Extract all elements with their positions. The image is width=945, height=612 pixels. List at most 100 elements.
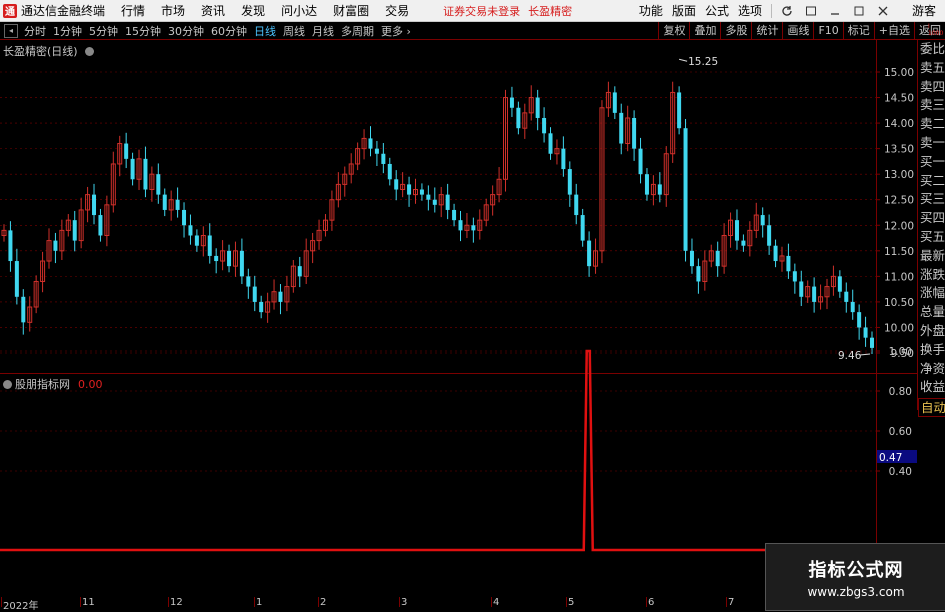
- window-icon[interactable]: [804, 4, 818, 18]
- tool-overlay[interactable]: 叠加: [689, 22, 720, 39]
- quote-label[interactable]: 涨跌: [918, 266, 945, 285]
- quote-label[interactable]: 最新: [918, 247, 945, 266]
- candle-body-down: [509, 97, 514, 108]
- x-tick-mark: [566, 597, 567, 607]
- quote-label[interactable]: 买五: [918, 228, 945, 247]
- refresh-icon[interactable]: [780, 4, 794, 18]
- quote-label[interactable]: 涨幅: [918, 284, 945, 303]
- quote-label[interactable]: 收益: [918, 378, 945, 397]
- candle-body-down: [21, 296, 26, 323]
- quote-label[interactable]: 买三: [918, 190, 945, 209]
- candle-body-down: [799, 281, 804, 297]
- minimize-icon[interactable]: [828, 4, 842, 18]
- x-tick-label: 6: [648, 597, 655, 608]
- quote-label[interactable]: 净资: [918, 360, 945, 379]
- candle-body-down: [368, 138, 373, 149]
- candle-body-down: [773, 245, 778, 262]
- candle-body-down: [548, 133, 553, 154]
- candle-body-down: [638, 148, 643, 175]
- candle-body-down: [767, 225, 772, 246]
- menu-formula[interactable]: 公式: [705, 2, 729, 19]
- period-monthly[interactable]: 月线: [312, 23, 334, 39]
- indicator-title[interactable]: 股朋指标网 0.00: [3, 376, 103, 392]
- quote-label[interactable]: 卖二: [918, 115, 945, 134]
- candle-body-down: [374, 148, 379, 154]
- menu-trade[interactable]: 交易: [385, 2, 409, 19]
- period-more-label: 更多: [381, 24, 403, 38]
- user-status[interactable]: 游客: [912, 2, 936, 19]
- candle-body-down: [8, 230, 13, 262]
- period-5min[interactable]: 5分钟: [89, 23, 118, 39]
- menu-market[interactable]: 市场: [161, 2, 185, 19]
- chart-tools: 复权 叠加 多股 统计 画线 F10 标记 +自选 返回: [658, 22, 945, 39]
- period-60min[interactable]: 60分钟: [211, 23, 247, 39]
- tool-stats[interactable]: 统计: [751, 22, 782, 39]
- menu-options[interactable]: 选项: [738, 2, 762, 19]
- menu-news[interactable]: 资讯: [201, 2, 225, 19]
- period-weekly[interactable]: 周线: [283, 23, 305, 39]
- x-tick-label: 2022年: [3, 601, 39, 612]
- candle-body-down: [741, 240, 746, 246]
- menu-layout[interactable]: 版面: [672, 2, 696, 19]
- watermark-url: www.zbgs3.com: [807, 584, 905, 599]
- main-chart-title[interactable]: 长盈精密(日线): [3, 43, 97, 59]
- quote-label[interactable]: 卖三: [918, 96, 945, 115]
- dropdown-circle-icon[interactable]: [3, 380, 12, 389]
- quote-label[interactable]: 买二: [918, 172, 945, 191]
- tool-draw[interactable]: 画线: [782, 22, 813, 39]
- x-tick-label: 7: [728, 597, 735, 608]
- period-more[interactable]: 更多 ›: [381, 23, 411, 39]
- panel-toggle-icon[interactable]: ◂: [4, 23, 18, 38]
- dropdown-circle-icon[interactable]: [85, 47, 95, 56]
- period-30min[interactable]: 30分钟: [168, 23, 204, 39]
- candle-body-down: [715, 250, 720, 267]
- quote-label[interactable]: 换手: [918, 341, 945, 360]
- trade-login-notice[interactable]: 证券交易未登录: [443, 3, 520, 19]
- tool-f10[interactable]: F10: [813, 22, 842, 39]
- candle-body-down: [812, 286, 817, 302]
- quote-label[interactable]: 买四: [918, 209, 945, 228]
- indicator-name: 股朋指标网: [15, 378, 70, 391]
- menu-discover[interactable]: 发现: [241, 2, 265, 19]
- quote-label[interactable]: 卖四: [918, 78, 945, 97]
- tool-adjust[interactable]: 复权: [658, 22, 689, 39]
- tool-multi-stock[interactable]: 多股: [720, 22, 751, 39]
- quote-label[interactable]: 总量: [918, 303, 945, 322]
- price-tick-label: 13.00: [884, 169, 914, 181]
- quote-label[interactable]: 卖五: [918, 59, 945, 78]
- tool-mark[interactable]: 标记: [842, 22, 874, 39]
- close-icon[interactable]: [876, 4, 890, 18]
- quote-label[interactable]: 委比: [918, 40, 945, 59]
- quote-label[interactable]: 外盘: [918, 322, 945, 341]
- period-multi[interactable]: 多周期: [341, 23, 374, 39]
- candle-body-down: [72, 220, 77, 241]
- candle-body-down: [657, 184, 662, 195]
- candle-body-down: [574, 194, 579, 216]
- price-tick-label: 14.00: [884, 118, 914, 130]
- chart-canvas[interactable]: 15.00 14.50 14.00 13.50 13.00 12.50 12.00 11.50…: [0, 40, 917, 597]
- price-tick-label: 12.50: [884, 195, 914, 207]
- menu-ask[interactable]: 问小达: [281, 2, 317, 19]
- period-intraday[interactable]: 分时: [24, 23, 46, 39]
- quote-label[interactable]: 买一: [918, 153, 945, 172]
- menu-function[interactable]: 功能: [639, 2, 663, 19]
- maximize-icon[interactable]: [852, 4, 866, 18]
- x-tick-label: 11: [82, 597, 95, 608]
- tool-add-watchlist[interactable]: +自选: [873, 22, 914, 39]
- candle-body-down: [844, 291, 849, 302]
- candle-body-down: [207, 235, 212, 256]
- quote-column: 委比 卖五 卖四 卖三 卖二 卖一 买一 买二 买三 买四 买五 最新 涨跌 涨幅 总量 外盘 换手 净资 收益 自动: [917, 40, 945, 418]
- period-15min[interactable]: 15分钟: [125, 23, 161, 39]
- period-1min[interactable]: 1分钟: [53, 23, 82, 39]
- auto-button[interactable]: 自动: [918, 398, 945, 418]
- candle-body-down: [734, 220, 739, 241]
- menu-quotes[interactable]: 行情: [121, 2, 145, 19]
- period-daily[interactable]: 日线: [254, 23, 276, 39]
- x-tick-label: 2: [320, 597, 327, 608]
- menu-wealth[interactable]: 财富圈: [333, 2, 369, 19]
- candle-body-down: [612, 92, 617, 113]
- indicator-tick-label: 0.60: [889, 426, 912, 438]
- quote-label[interactable]: 卖一: [918, 134, 945, 153]
- candle-body-down: [214, 255, 219, 262]
- candle-body-down: [837, 276, 842, 292]
